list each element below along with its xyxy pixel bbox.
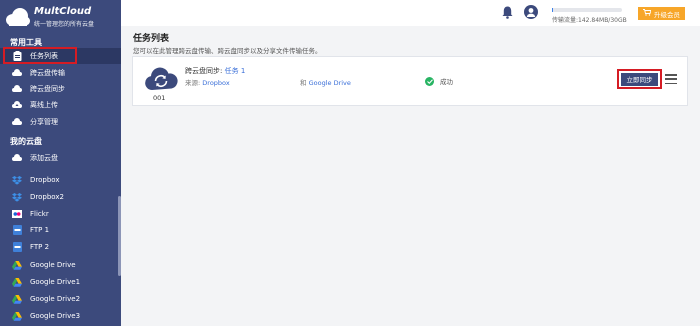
sidebar-item-label: 添加云盘: [30, 154, 58, 162]
bell-icon[interactable]: [502, 6, 513, 21]
task-dest-value: Google Drive: [308, 79, 351, 87]
traffic-text: 传输流量:142.84MB/30GB: [552, 17, 627, 24]
share-icon: [12, 117, 22, 127]
sidebar: MultCloud 统一管理您的所有云盘 常用工具 任务列表 跨云盘传输 跨云盘…: [0, 0, 121, 326]
cart-icon: [643, 9, 652, 18]
sidebar-item-dropbox2[interactable]: Dropbox2: [0, 189, 121, 205]
sidebar-item-offline-upload[interactable]: 离线上传: [0, 97, 121, 113]
task-source-value: Dropbox: [202, 79, 230, 87]
add-cloud-icon: [12, 153, 22, 163]
task-menu-icon[interactable]: [665, 74, 677, 84]
sidebar-item-label: FTP 2: [30, 243, 50, 251]
sidebar-item-add-cloud[interactable]: 添加云盘: [0, 150, 121, 166]
page-description: 您可以在此管理跨云盘传输、跨云盘同步以及分享文件传输任务。: [133, 47, 322, 55]
google-drive-icon: [12, 311, 22, 321]
section-clouds-heading: 我的云盘: [10, 137, 42, 146]
upgrade-button[interactable]: 升级会员: [638, 7, 685, 20]
sidebar-item-label: 跨云盘传输: [30, 69, 65, 77]
sidebar-item-label: 离线上传: [30, 101, 58, 109]
sidebar-item-google-drive[interactable]: Google Drive: [0, 257, 121, 273]
google-drive-icon: [12, 277, 22, 287]
success-check-icon: [425, 76, 434, 86]
google-drive-icon: [12, 260, 22, 270]
upgrade-label: 升级会员: [654, 10, 680, 19]
sidebar-item-label: Google Drive2: [30, 295, 81, 303]
sidebar-item-ftp2[interactable]: FTP 2: [0, 239, 121, 255]
sidebar-item-label: Google Drive3: [30, 312, 81, 320]
task-dest-prefix: 和: [300, 79, 307, 87]
task-destination: 和 Google Drive: [300, 77, 351, 87]
user-avatar-icon[interactable]: [524, 5, 538, 19]
upload-icon: [12, 100, 22, 110]
sidebar-item-google-drive2[interactable]: Google Drive2: [0, 291, 121, 307]
sidebar-item-label: 跨云盘同步: [30, 85, 65, 93]
sidebar-item-label: Dropbox: [30, 176, 60, 184]
sidebar-item-cloud-sync[interactable]: 跨云盘同步: [0, 81, 121, 97]
logo-cloud-icon: [4, 6, 30, 28]
sidebar-item-cloud-transfer[interactable]: 跨云盘传输: [0, 65, 121, 81]
sidebar-item-label: Google Drive: [30, 261, 76, 269]
ftp-icon: [12, 242, 22, 252]
google-drive-icon: [12, 294, 22, 304]
sync-now-button[interactable]: 立即同步: [621, 72, 658, 86]
flickr-icon: [12, 209, 22, 219]
sidebar-item-google-drive3[interactable]: Google Drive3: [0, 308, 121, 324]
task-status-label: 成功: [440, 78, 453, 86]
dropbox-icon: [12, 192, 22, 202]
task-type: 跨云盘同步:: [185, 67, 223, 75]
task-status: 成功: [425, 76, 453, 86]
sidebar-item-label: FTP 1: [30, 226, 50, 234]
traffic-progress-bar: [552, 8, 622, 12]
app-subtitle: 统一管理您的所有云盘: [34, 21, 95, 28]
sidebar-item-label: Flickr: [30, 210, 49, 218]
sidebar-item-ftp1[interactable]: FTP 1: [0, 222, 121, 238]
task-source-prefix: 来源:: [185, 79, 201, 87]
ftp-icon: [12, 225, 22, 235]
dropbox-icon: [12, 175, 22, 185]
app-title: MultCloud: [34, 6, 92, 17]
highlight-box: [3, 47, 77, 64]
task-name-link[interactable]: 任务 1: [225, 67, 246, 75]
task-title: 跨云盘同步: 任务 1: [185, 66, 245, 76]
sidebar-item-label: Google Drive1: [30, 278, 81, 286]
task-id: 001: [153, 94, 166, 102]
page-title: 任务列表: [133, 34, 170, 44]
cloud-transfer-icon: [12, 68, 22, 78]
task-source: 来源: Dropbox: [185, 77, 230, 87]
sidebar-item-label: Dropbox2: [30, 193, 64, 201]
logo[interactable]: MultCloud 统一管理您的所有云盘: [4, 4, 119, 30]
cloud-sync-icon: [12, 84, 22, 94]
sidebar-item-dropbox[interactable]: Dropbox: [0, 172, 121, 188]
sidebar-item-flickr[interactable]: Flickr: [0, 206, 121, 222]
sidebar-item-share-management[interactable]: 分享管理: [0, 114, 121, 130]
sidebar-item-google-drive1[interactable]: Google Drive1: [0, 274, 121, 290]
sidebar-scrollbar[interactable]: [118, 196, 121, 276]
sync-cloud-icon: [144, 66, 178, 92]
sync-now-highlight: 立即同步: [617, 69, 662, 89]
traffic-progress-fill: [552, 8, 553, 12]
sidebar-item-label: 分享管理: [30, 118, 58, 126]
